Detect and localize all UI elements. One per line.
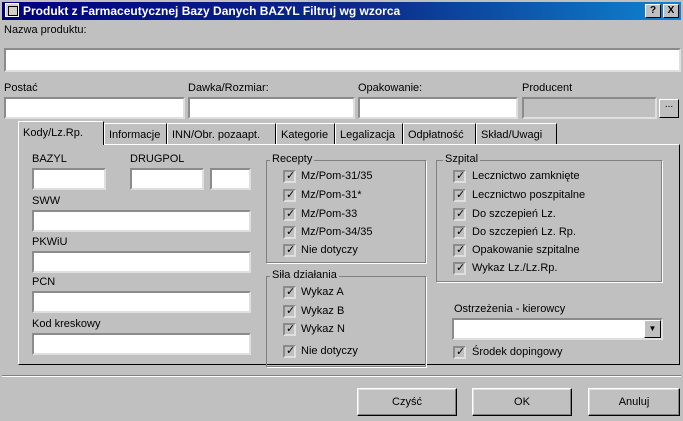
warnings-label: Ostrzeżenia - kierowcy (454, 303, 566, 315)
form-input[interactable] (4, 97, 185, 119)
hospital-checkbox-2[interactable]: ✓ (453, 188, 466, 202)
strength-checkbox-a[interactable]: ✓ (283, 285, 296, 299)
check-icon: ✓ (456, 225, 466, 238)
rx-checkbox-1[interactable]: ✓ (283, 169, 296, 183)
drugpol-suffix-input[interactable] (210, 168, 251, 190)
strength-label-b: Wykaz B (301, 305, 345, 317)
hospital-checkbox-4[interactable]: ✓ (453, 225, 466, 239)
close-button[interactable]: X (663, 4, 679, 18)
tab-legalizacja[interactable]: Legalizacja (335, 123, 403, 144)
window-title: Produkt z Farmaceutycznej Bazy Danych BA… (23, 4, 401, 18)
producer-input (522, 97, 657, 119)
check-icon: ✓ (286, 207, 296, 220)
clear-button[interactable]: Czyść (357, 388, 457, 416)
tab-kategorie[interactable]: Kategorie (276, 123, 335, 144)
rx-checkbox-5[interactable]: ✓ (283, 243, 296, 257)
strength-label-a: Wykaz A (301, 286, 344, 298)
tab-odplatnosc[interactable]: Odpłatność (403, 123, 476, 144)
product-name-input[interactable] (4, 48, 681, 72)
rx-checkbox-2[interactable]: ✓ (283, 188, 296, 202)
check-icon: ✓ (456, 261, 466, 274)
rx-label-2: Mz/Pom-31* (301, 189, 362, 201)
hospital-checkbox-5[interactable]: ✓ (453, 243, 466, 257)
hospital-label-6: Wykaz Lz./Lz.Rp. (472, 262, 558, 274)
hospital-label-3: Do szczepień Lz. (472, 208, 556, 220)
sww-input[interactable] (32, 210, 251, 232)
ok-button[interactable]: OK (472, 388, 572, 416)
hospital-label-5: Opakowanie szpitalne (472, 244, 580, 256)
tab-sklad[interactable]: Skład/Uwagi (476, 123, 557, 144)
product-name-label: Nazwa produktu: (4, 24, 87, 36)
dose-input[interactable] (188, 97, 355, 119)
barcode-input[interactable] (32, 333, 251, 355)
bazyl-input[interactable] (32, 168, 106, 190)
sww-label: SWW (32, 195, 61, 207)
check-icon: ✓ (456, 207, 466, 220)
dialog-window: Produkt z Farmaceutycznej Bazy Danych BA… (0, 0, 683, 421)
strength-label-na: Nie dotyczy (301, 345, 358, 357)
prescriptions-title: Recepty (270, 153, 315, 165)
check-icon: ✓ (456, 243, 466, 256)
strength-label-n: Wykaz N (301, 323, 345, 335)
check-icon: ✓ (286, 304, 296, 317)
check-icon: ✓ (286, 285, 296, 298)
producer-label: Producent (522, 82, 573, 94)
app-icon (5, 3, 19, 17)
rx-checkbox-3[interactable]: ✓ (283, 207, 296, 221)
package-input[interactable] (358, 97, 518, 119)
doping-label: Środek dopingowy (472, 346, 563, 358)
rx-label-3: Mz/Pom-33 (301, 208, 358, 220)
hospital-label-1: Lecznictwo zamknięte (472, 170, 580, 182)
bazyl-label: BAZYL (32, 153, 67, 165)
check-icon: ✓ (286, 169, 296, 182)
producer-browse-button[interactable]: ... (659, 99, 679, 118)
check-icon: ✓ (286, 188, 296, 201)
chevron-down-icon[interactable]: ▼ (644, 320, 661, 338)
pcn-label: PCN (32, 276, 56, 288)
tab-informacje[interactable]: Informacje (104, 123, 167, 144)
check-icon: ✓ (286, 243, 296, 256)
rx-label-4: Mz/Pom-34/35 (301, 226, 373, 238)
hospital-checkbox-1[interactable]: ✓ (453, 169, 466, 183)
check-icon: ✓ (456, 169, 466, 182)
bottom-separator (2, 375, 681, 377)
check-icon: ✓ (286, 225, 296, 238)
tab-kody[interactable]: Kody/Lz.Rp. (18, 121, 104, 145)
dose-label: Dawka/Rozmiar: (188, 82, 269, 94)
barcode-label: Kod kreskowy (32, 318, 101, 330)
hospital-label-2: Lecznictwo poszpitalne (472, 189, 586, 201)
strength-title: Siła działania (270, 269, 339, 281)
package-label: Opakowanie: (358, 82, 423, 94)
cancel-button[interactable]: Anuluj (588, 388, 680, 416)
title-bar[interactable]: Produkt z Farmaceutycznej Bazy Danych BA… (2, 2, 681, 20)
pkwiu-input[interactable] (32, 251, 251, 273)
strength-checkbox-n[interactable]: ✓ (283, 322, 296, 336)
warnings-select[interactable] (452, 318, 663, 340)
rx-label-1: Mz/Pom-31/35 (301, 170, 373, 182)
rx-label-5: Nie dotyczy (301, 244, 358, 256)
drugpol-label: DRUGPOL (130, 153, 185, 165)
drugpol-input[interactable] (130, 168, 204, 190)
hospital-label-4: Do szczepień Lz. Rp. (472, 226, 576, 238)
help-button[interactable]: ? (645, 4, 661, 18)
check-icon: ✓ (456, 345, 466, 358)
hospital-title: Szpital (443, 153, 481, 165)
hospital-checkbox-6[interactable]: ✓ (453, 261, 466, 275)
hospital-checkbox-3[interactable]: ✓ (453, 207, 466, 221)
doping-checkbox[interactable]: ✓ (453, 345, 466, 359)
rx-checkbox-4[interactable]: ✓ (283, 225, 296, 239)
strength-checkbox-na[interactable]: ✓ (283, 344, 296, 358)
tab-inn[interactable]: INN/Obr. pozaapt. (167, 123, 276, 144)
check-icon: ✓ (456, 188, 466, 201)
form-label: Postać (4, 82, 38, 94)
check-icon: ✓ (286, 322, 296, 335)
pkwiu-label: PKWiU (32, 236, 68, 248)
pcn-input[interactable] (32, 291, 251, 313)
check-icon: ✓ (286, 344, 296, 357)
strength-checkbox-b[interactable]: ✓ (283, 304, 296, 318)
